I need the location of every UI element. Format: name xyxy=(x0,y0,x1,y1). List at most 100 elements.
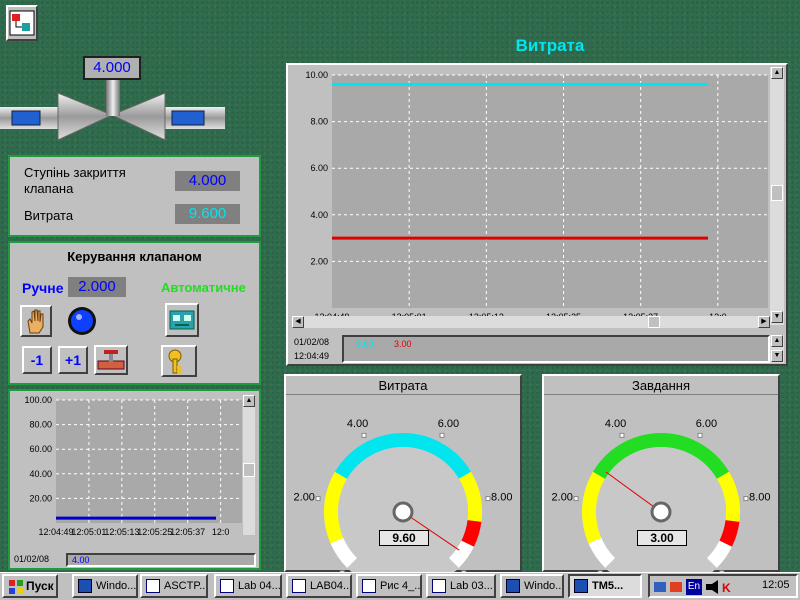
taskbar-button-label: Lab 04... xyxy=(238,580,281,592)
plot-area xyxy=(332,75,768,308)
gauge-setpoint-value: 3.00 xyxy=(637,530,687,546)
gauge-tick xyxy=(743,496,749,502)
small-chart-legend: 4.00 xyxy=(66,553,256,567)
taskbar-button-4[interactable]: Рис 4_... xyxy=(356,574,422,598)
manual-value: 2.000 xyxy=(68,277,126,297)
key-button[interactable] xyxy=(161,345,197,377)
gauge-hub xyxy=(392,501,414,523)
gauge-setpoint-title: Завдання xyxy=(631,378,691,393)
manual-hand-button[interactable] xyxy=(20,305,52,337)
flow-value: 9.600 xyxy=(175,204,240,224)
taskbar-button-1[interactable]: ASCTP... xyxy=(140,574,208,598)
y-tick-label: 60.00 xyxy=(29,444,52,454)
legend-scrollbar[interactable]: ▲ ▼ xyxy=(770,335,784,363)
small-trend-panel: 100.00 80.00 60.00 40.00 20.00 12:04:49 12:05:… xyxy=(8,389,261,570)
main-chart-date: 01/02/08 xyxy=(294,337,330,347)
taskbar-button-6[interactable]: Windo... xyxy=(500,574,564,598)
gauge-tick xyxy=(361,432,367,438)
taskbar-button-7[interactable]: TM5... xyxy=(568,574,642,598)
language-indicator[interactable]: En xyxy=(686,579,702,595)
taskbar-button-label: Рис 4_... xyxy=(380,580,422,592)
gauge-flow-value: 9.60 xyxy=(379,530,429,546)
valve-icon xyxy=(97,350,125,370)
x-tick-label: 12:05:01 xyxy=(71,527,106,537)
system-tray: K En 12:05 xyxy=(648,574,798,598)
small-chart-date: 01/02/08 xyxy=(14,554,50,564)
taskbar-button-label: ASCTP... xyxy=(164,580,208,592)
gauge-tick xyxy=(697,432,703,438)
vscroll-down-arrow[interactable]: ▼ xyxy=(771,311,783,323)
gauge-flow-title: Витрата xyxy=(378,378,428,393)
taskbar-button-label: LAB04... xyxy=(310,580,352,592)
start-label: Пуск xyxy=(26,579,54,593)
main-trend-panel: 10.008.006.004.002.0012:04:4912:05:0112:… xyxy=(286,63,788,366)
auto-mode-label: Автоматичне xyxy=(161,280,246,295)
legend-value-cyan: 9.60 xyxy=(356,339,374,349)
window-icon xyxy=(506,579,520,593)
vscroll-thumb[interactable] xyxy=(771,185,783,201)
legend-value-red: 3.00 xyxy=(394,339,412,349)
x-tick-label: 12:05:37 xyxy=(170,527,205,537)
svg-text:K: K xyxy=(722,581,731,595)
closure-label: Ступінь закриття клапана xyxy=(24,165,126,196)
vscroll-up-arrow[interactable]: ▲ xyxy=(771,67,783,79)
hscroll-right-arrow[interactable]: ▶ xyxy=(758,316,770,328)
y-tick-label: 40.00 xyxy=(29,469,52,479)
document-icon xyxy=(362,579,376,593)
y-tick-label: 100.00 xyxy=(24,395,52,405)
gauge-tick-label: 6.00 xyxy=(438,418,459,430)
x-tick-label: 12:0 xyxy=(212,527,230,537)
y-tick-label: 8.00 xyxy=(310,117,328,127)
legend-scroll-up[interactable]: ▲ xyxy=(771,335,783,347)
main-chart-vscroll[interactable]: ▲ ▼ xyxy=(770,67,784,325)
gauge-tick xyxy=(573,496,579,502)
gauge-tick xyxy=(485,496,491,502)
small-chart-scrollbar[interactable]: ▲ xyxy=(243,395,255,535)
gauge-tick xyxy=(315,496,321,502)
auto-mode-button[interactable] xyxy=(165,303,199,337)
robot-icon xyxy=(169,310,195,330)
control-panel-title: Керування клапаном xyxy=(67,249,202,264)
app-window-icon[interactable] xyxy=(6,5,38,41)
valve-value-box: 4.000 xyxy=(83,56,141,80)
taskbar-button-3[interactable]: LAB04... xyxy=(286,574,352,598)
clock: 12:05 xyxy=(762,579,790,591)
decrement-button[interactable]: -1 xyxy=(22,346,52,374)
start-button[interactable]: Пуск xyxy=(2,574,58,598)
gauge-tick xyxy=(619,432,625,438)
document-icon xyxy=(220,579,234,593)
main-chart-hscroll[interactable]: ◀ ▶ xyxy=(292,316,770,328)
y-tick-label: 80.00 xyxy=(29,420,52,430)
valve-control-panel: Керування клапаном Ручне 2.000 Автоматич… xyxy=(8,241,261,385)
hscroll-thumb[interactable] xyxy=(648,316,660,328)
windows-logo-icon xyxy=(9,580,23,594)
flow-label: Витрата xyxy=(24,208,74,223)
main-chart-title: Витрата xyxy=(515,36,585,55)
status-panel: Ступінь закриття клапана 4.000 Витрата 9… xyxy=(8,155,261,237)
taskbar-button-5[interactable]: Lab 03... xyxy=(426,574,496,598)
document-icon xyxy=(292,579,306,593)
gauge-tick-label: 6.00 xyxy=(696,418,717,430)
y-tick-label: 10.00 xyxy=(305,70,328,80)
taskbar-button-0[interactable]: Windo... xyxy=(72,574,138,598)
small-trend-chart: 100.0080.0060.0040.0020.0012:04:4912:05:… xyxy=(24,395,242,537)
y-tick-label: 4.00 xyxy=(310,210,328,220)
y-tick-label: 6.00 xyxy=(310,163,328,173)
taskbar-button-2[interactable]: Lab 04... xyxy=(214,574,282,598)
valve-actuator-button[interactable] xyxy=(94,345,128,375)
x-tick-label: 12:05:13 xyxy=(104,527,139,537)
key-icon xyxy=(168,349,182,374)
hand-icon xyxy=(27,309,44,334)
closure-value: 4.000 xyxy=(175,171,240,191)
scroll-thumb[interactable] xyxy=(243,463,255,477)
legend-scroll-down[interactable]: ▼ xyxy=(771,350,783,362)
gauge-tick-label: 2.00 xyxy=(552,491,573,503)
document-icon xyxy=(432,579,446,593)
window-icon xyxy=(78,579,92,593)
gauge-hub xyxy=(650,501,672,523)
increment-button[interactable]: +1 xyxy=(58,346,88,374)
gauge-tick-label: 8.00 xyxy=(491,491,512,503)
gauge-tick-label: 4.00 xyxy=(605,418,626,430)
hscroll-left-arrow[interactable]: ◀ xyxy=(292,316,304,328)
scroll-up-arrow[interactable]: ▲ xyxy=(243,395,255,407)
